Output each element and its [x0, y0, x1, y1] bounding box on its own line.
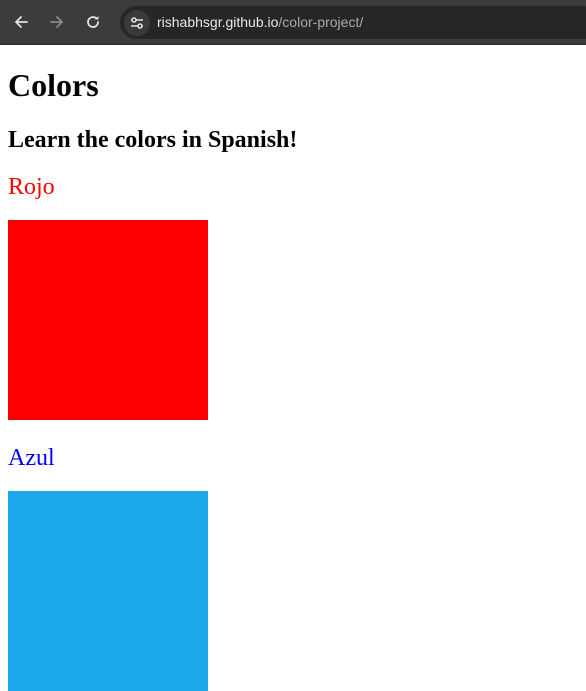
url-path: /color-project/	[278, 14, 364, 30]
browser-toolbar: rishabhsgr.github.io/color-project/	[0, 0, 586, 45]
address-bar[interactable]: rishabhsgr.github.io/color-project/	[120, 6, 586, 39]
reload-button[interactable]	[80, 9, 106, 35]
arrow-right-icon	[50, 16, 63, 28]
color-name-rojo: Rojo	[8, 174, 55, 200]
url-host: rishabhsgr.github.io	[157, 14, 279, 30]
color-swatch-azul	[8, 491, 208, 691]
page-title: Colors	[8, 67, 99, 103]
tune-icon	[131, 17, 143, 29]
page-subtitle: Learn the colors in Spanish!	[8, 127, 298, 153]
color-name-azul: Azul	[8, 445, 55, 471]
back-button[interactable]	[8, 9, 34, 35]
color-swatch-rojo	[8, 220, 208, 420]
forward-button[interactable]	[44, 9, 70, 35]
arrow-left-icon	[15, 16, 28, 28]
page-content: Colors Learn the colors in Spanish! Rojo…	[0, 46, 586, 691]
url-text[interactable]: rishabhsgr.github.io/color-project/	[157, 14, 363, 31]
reload-icon	[87, 16, 99, 28]
site-info-button[interactable]	[124, 10, 150, 36]
